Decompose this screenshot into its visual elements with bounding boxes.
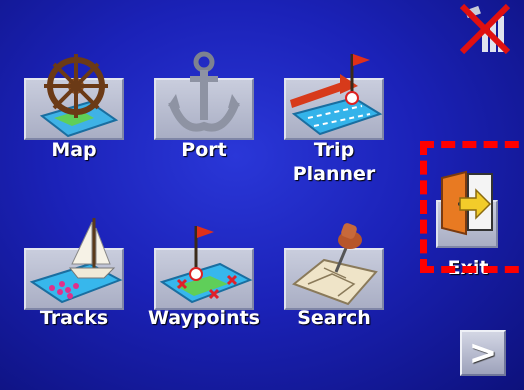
- waypoints-label: Waypoints: [148, 307, 260, 329]
- selection-highlight: [420, 141, 524, 273]
- tracks-label: Tracks: [39, 307, 109, 329]
- trip-planner-label-text: Trip Planner: [292, 139, 376, 185]
- trip-planner-icon: [290, 54, 383, 136]
- ship-wheel-map-icon: [39, 54, 119, 138]
- port-label: Port: [181, 139, 227, 161]
- next-arrow-icon: >: [468, 333, 498, 373]
- search-label: Search: [297, 307, 371, 329]
- main-menu-screen: Map Port Trip Planner Tracks Waypoints S…: [0, 0, 524, 390]
- search-pushpin-icon: [291, 223, 378, 306]
- map-label: Map: [51, 139, 97, 161]
- no-satellite-signal-icon: [456, 2, 514, 60]
- anchor-icon: [168, 51, 240, 132]
- waypoints-icon: [159, 226, 253, 304]
- next-page-button[interactable]: >: [460, 330, 506, 376]
- trip-planner-label: Trip Planner: [264, 138, 404, 186]
- sailboat-tracks-icon: [29, 218, 123, 304]
